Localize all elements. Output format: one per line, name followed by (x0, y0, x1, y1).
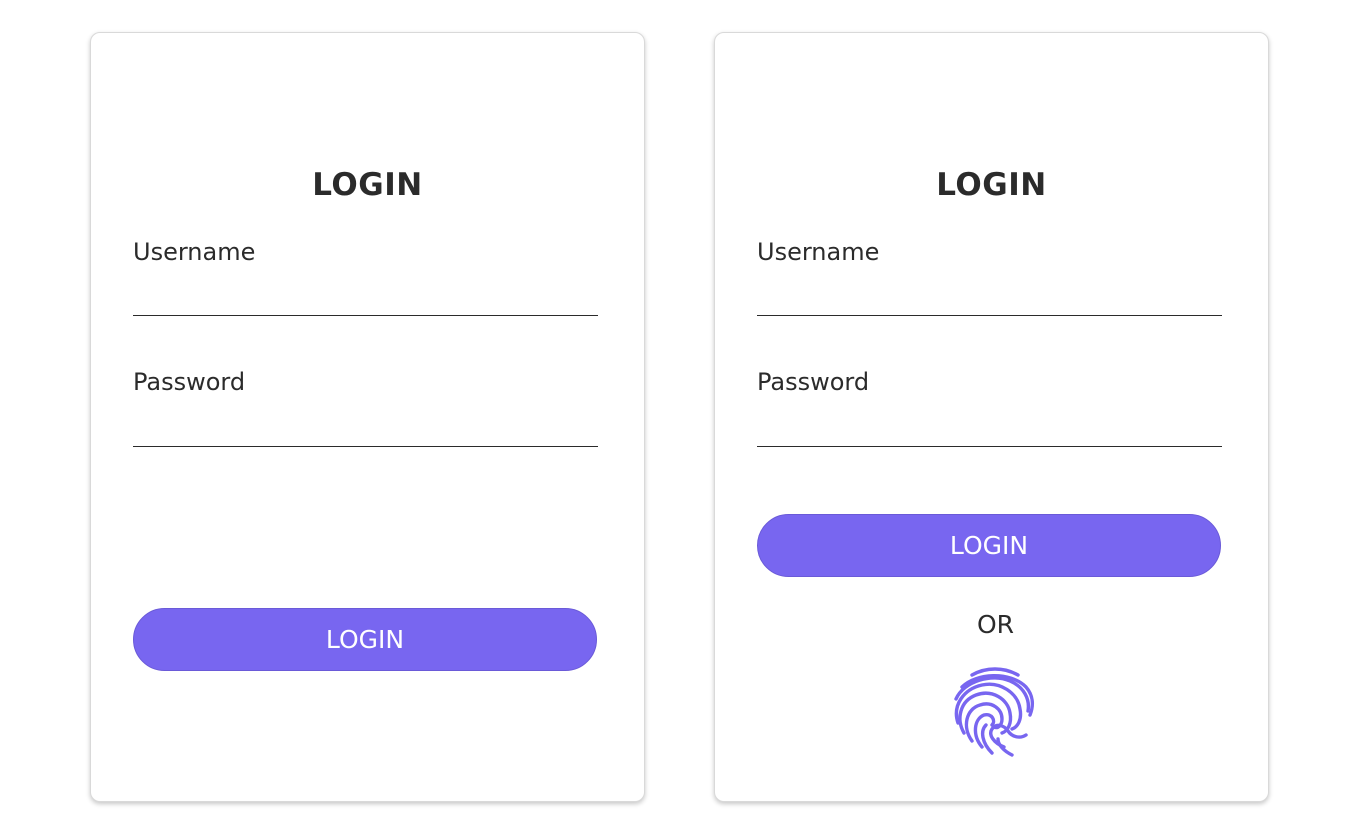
username-input[interactable] (133, 282, 598, 316)
login-title: LOGIN (936, 167, 1047, 203)
or-separator: OR (976, 610, 1015, 639)
username-input[interactable] (757, 282, 1222, 316)
username-label: Username (757, 238, 880, 266)
login-card-basic: LOGIN Username Password LOGIN (90, 32, 645, 802)
password-label: Password (757, 368, 870, 396)
login-options-stage: LOGIN Username Password LOGIN LOGIN User… (0, 0, 1360, 834)
login-button-label: LOGIN (949, 531, 1029, 560)
username-label: Username (133, 238, 256, 266)
login-title: LOGIN (312, 167, 423, 203)
fingerprint-icon[interactable] (950, 665, 1036, 759)
login-button[interactable]: LOGIN (133, 608, 597, 671)
password-label: Password (133, 368, 246, 396)
login-button[interactable]: LOGIN (757, 514, 1221, 577)
password-input[interactable] (757, 413, 1222, 447)
password-input[interactable] (133, 413, 598, 447)
login-button-label: LOGIN (325, 625, 405, 654)
login-card-fingerprint: LOGIN Username Password LOGIN OR (714, 32, 1269, 802)
